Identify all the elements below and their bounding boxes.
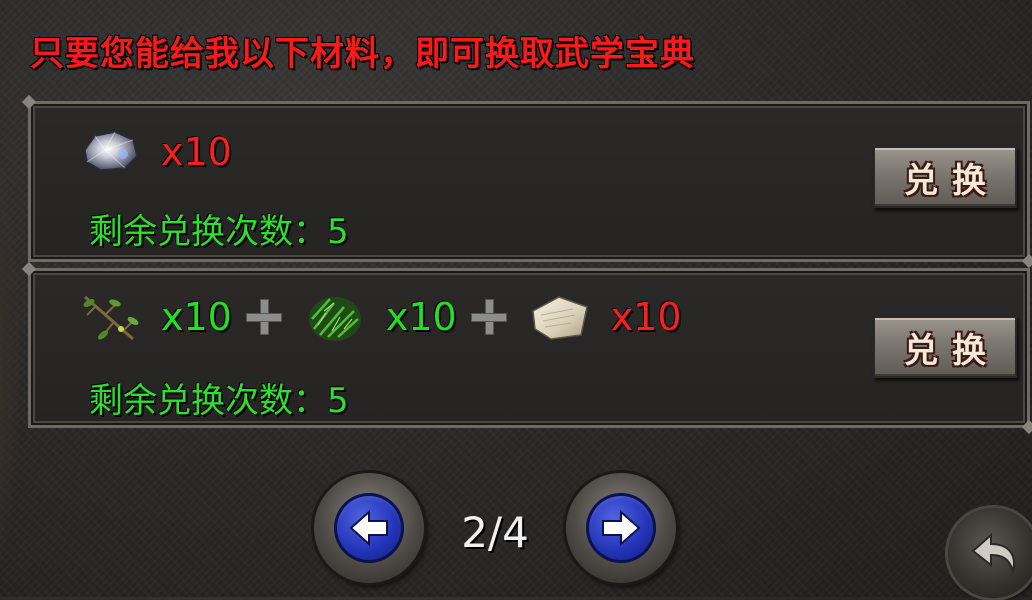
material-quantity: x10 [161, 295, 232, 339]
gem-ore-icon [79, 124, 141, 180]
left-ornament [0, 120, 20, 600]
paper-scroll-icon [529, 289, 591, 345]
exchange-panel-1: x10 剩余兑换次数：5 兑换 [28, 101, 1030, 262]
arrow-right-icon [602, 509, 641, 547]
exchange-button[interactable]: 兑换 [873, 316, 1017, 378]
arrow-left-icon [349, 509, 388, 547]
material-quantity: x10 [161, 130, 232, 174]
exchange-panel-2: x10 x10 x10 剩余兑换次数：5 兑换 [28, 268, 1030, 428]
remaining-exchanges: 剩余兑换次数：5 [89, 381, 349, 421]
instruction-text: 只要您能给我以下材料，即可换取武学宝典 [30, 34, 695, 74]
material-quantity: x10 [610, 295, 682, 339]
back-button[interactable] [948, 508, 1032, 598]
material-row: x10 x10 x10 [79, 287, 690, 347]
next-page-button[interactable] [566, 473, 676, 583]
plus-icon [244, 297, 284, 337]
material-row: x10 [79, 122, 240, 182]
green-herb-bundle-icon [304, 289, 366, 345]
exchange-button[interactable]: 兑换 [873, 146, 1017, 208]
page-indicator: 2/4 [461, 508, 529, 557]
material-quantity: x10 [385, 295, 457, 339]
herb-branch-icon [79, 289, 141, 345]
return-arrow-icon [971, 532, 1015, 575]
remaining-exchanges: 剩余兑换次数：5 [89, 212, 349, 252]
plus-icon [469, 297, 509, 337]
previous-page-button[interactable] [314, 473, 424, 583]
